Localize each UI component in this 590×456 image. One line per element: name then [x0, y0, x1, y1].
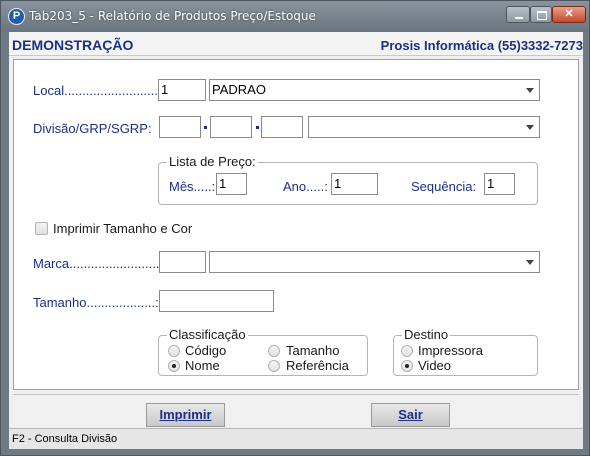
radio-video-label[interactable]: Video	[418, 358, 451, 373]
local-code-input[interactable]: 1	[158, 79, 206, 101]
status-text: F2 - Consulta Divisão	[12, 433, 118, 445]
tamanho-cor-label[interactable]: Imprimir Tamanho e Cor	[53, 221, 192, 236]
radio-referencia[interactable]	[268, 360, 280, 372]
tamanho-label: Tamanho...................:	[33, 295, 159, 310]
close-icon: ✕	[564, 8, 574, 20]
client-area: DEMONSTRAÇÃO Prosis Informática (55)3332…	[9, 32, 583, 449]
ano-input[interactable]: 1	[331, 173, 378, 195]
grupo-input[interactable]	[210, 116, 252, 138]
close-button[interactable]: ✕	[552, 6, 586, 23]
app-logo-icon: P	[8, 8, 25, 25]
local-name-combo[interactable]: PADRAO	[209, 79, 540, 101]
sequencia-label: Sequência:	[411, 179, 477, 194]
marca-name-combo[interactable]	[209, 251, 540, 273]
local-name-value: PADRAO	[212, 82, 266, 97]
lista-preco-title: Lista de Preço:	[167, 154, 258, 169]
chevron-down-icon[interactable]	[526, 260, 534, 265]
maximize-button[interactable]	[530, 6, 552, 23]
tamanho-input[interactable]	[159, 290, 274, 312]
imprimir-button[interactable]: Imprimir	[146, 403, 225, 427]
radio-nome[interactable]	[168, 360, 180, 372]
radio-nome-label[interactable]: Nome	[185, 358, 220, 373]
chevron-down-icon[interactable]	[526, 125, 534, 130]
separator	[13, 394, 579, 395]
separator-dot	[256, 126, 259, 129]
sair-button[interactable]: Sair	[371, 403, 450, 427]
window-title: Tab203_5 - Relatório de Produtos Preço/E…	[29, 9, 316, 23]
radio-codigo-label[interactable]: Código	[185, 343, 226, 358]
chevron-down-icon[interactable]	[526, 88, 534, 93]
sequencia-input[interactable]: 1	[484, 173, 515, 195]
radio-impressora-label[interactable]: Impressora	[418, 343, 483, 358]
mes-label: Mês.....:	[169, 179, 216, 194]
ano-label: Ano.....:	[283, 179, 328, 194]
report-form: Local.............................: 1 PA…	[13, 59, 579, 390]
divisao-desc-combo[interactable]	[308, 116, 540, 138]
radio-video[interactable]	[401, 360, 413, 372]
radio-impressora[interactable]	[401, 345, 413, 357]
title-bar[interactable]: P Tab203_5 - Relatório de Produtos Preço…	[1, 1, 589, 32]
header-banner: DEMONSTRAÇÃO Prosis Informática (55)3332…	[9, 32, 583, 56]
radio-tamanho[interactable]	[268, 345, 280, 357]
app-window: P Tab203_5 - Relatório de Produtos Preço…	[0, 0, 590, 456]
marca-label: Marca...........................:	[33, 256, 171, 271]
destino-title: Destino	[402, 327, 451, 342]
radio-referencia-label[interactable]: Referência	[286, 358, 349, 373]
demo-label: DEMONSTRAÇÃO	[12, 37, 134, 53]
tamanho-cor-checkbox[interactable]	[35, 222, 48, 235]
divisao-input[interactable]	[159, 116, 201, 138]
status-bar: F2 - Consulta Divisão	[9, 428, 583, 449]
radio-codigo[interactable]	[168, 345, 180, 357]
mes-input[interactable]: 1	[216, 173, 247, 195]
company-label: Prosis Informática (55)3332-7273	[380, 38, 583, 53]
classificacao-title: Classificação	[167, 327, 248, 342]
radio-tamanho-label[interactable]: Tamanho	[286, 343, 339, 358]
subgrupo-input[interactable]	[261, 116, 303, 138]
separator-dot	[204, 126, 207, 129]
divisao-label: Divisão/GRP/SGRP:	[33, 121, 152, 136]
marca-code-input[interactable]	[159, 251, 206, 273]
local-label: Local.............................:	[33, 83, 173, 98]
minimize-button[interactable]	[506, 6, 530, 23]
